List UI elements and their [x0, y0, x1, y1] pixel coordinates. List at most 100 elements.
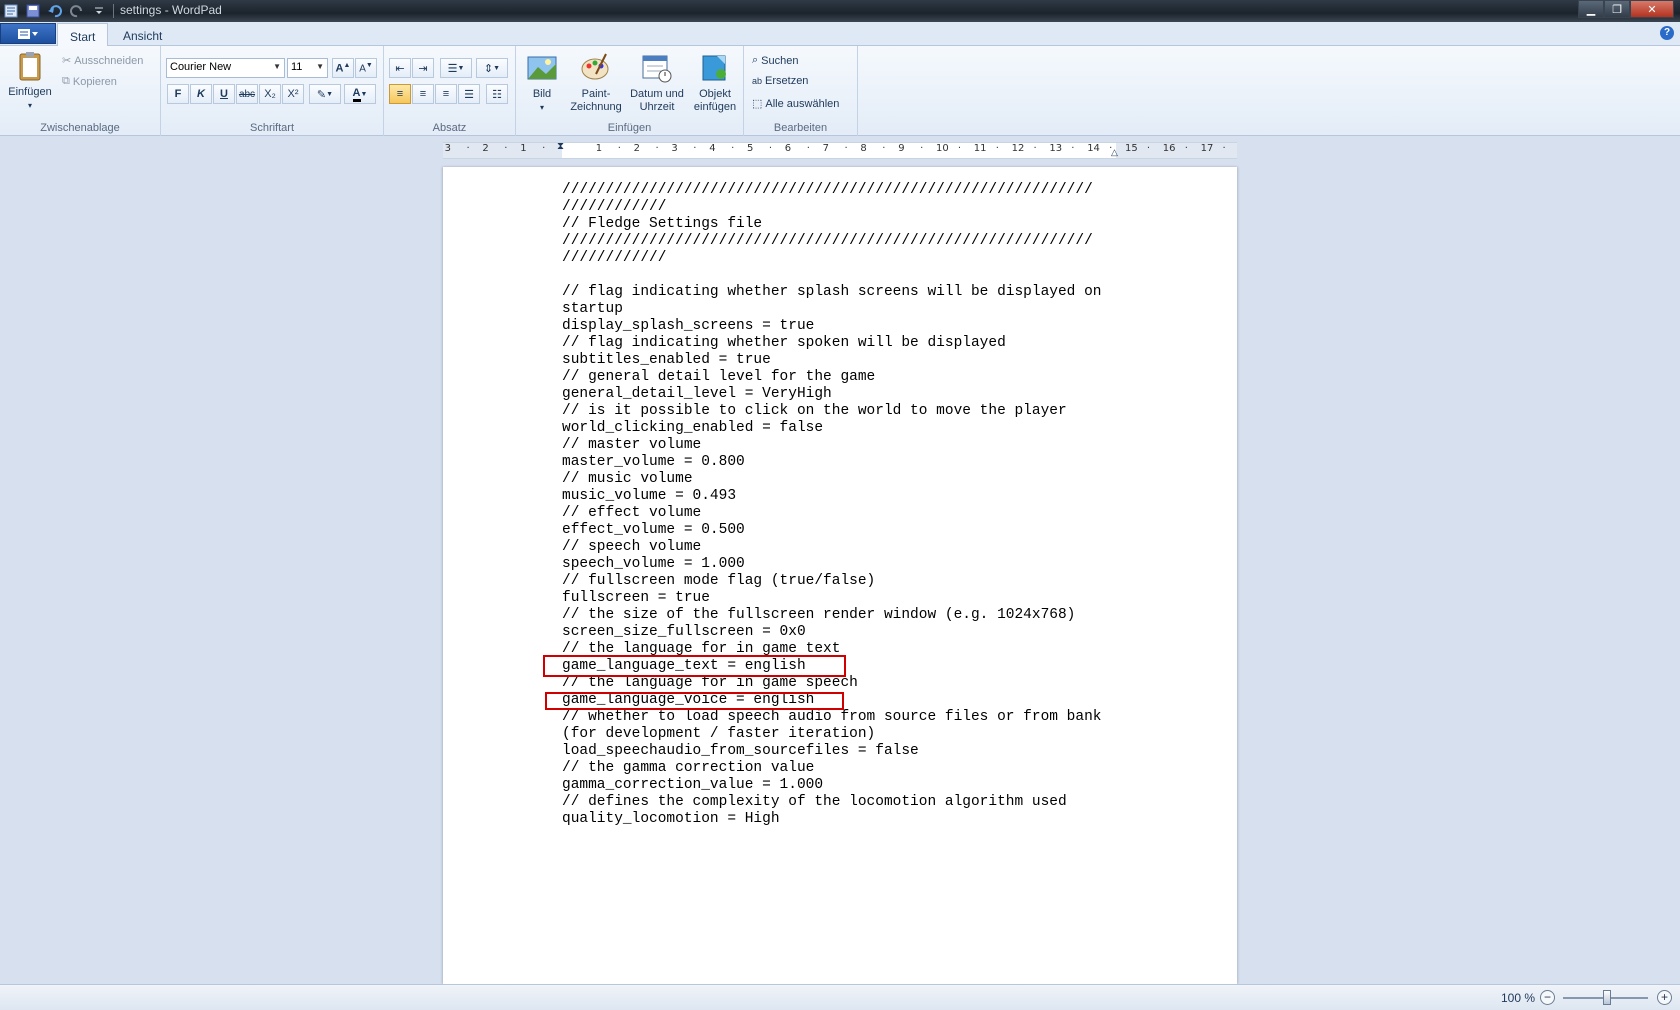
paragraph-button[interactable]: ☷	[486, 84, 508, 104]
align-center-button[interactable]: ≡	[412, 84, 434, 104]
subscript-label: X₂	[264, 88, 276, 100]
tab-start[interactable]: Start	[57, 23, 109, 46]
object-label: Objekt einfügen	[693, 88, 737, 113]
grow-font-button[interactable]: A▲	[332, 58, 354, 78]
chevron-down-icon: ▾	[539, 103, 544, 112]
subscript-button[interactable]: X₂	[259, 84, 281, 104]
align-right-button[interactable]: ≡	[435, 84, 457, 104]
ruler-tick-dot: ·	[844, 143, 848, 154]
insert-group-label: Einfügen	[607, 122, 652, 134]
align-left-button[interactable]: ≡	[389, 84, 411, 104]
align-center-icon: ≡	[419, 88, 427, 100]
minimize-button[interactable]: ▁	[1578, 0, 1604, 18]
minimize-icon: ▁	[1586, 3, 1596, 16]
ruler-tick-label: 5	[747, 143, 754, 154]
indent-marker-icon[interactable]: ⧗	[557, 141, 564, 152]
ruler-tick-dot: ·	[542, 143, 546, 154]
decrease-indent-button[interactable]: ⇤	[389, 58, 411, 78]
ruler-tick-dot: ·	[1222, 143, 1226, 154]
zoom-out-button[interactable]: −	[1540, 990, 1555, 1005]
italic-button[interactable]: K	[190, 84, 212, 104]
line-spacing-icon: ⇕	[483, 62, 494, 75]
object-icon	[702, 55, 726, 81]
insert-object-button[interactable]: Objekt einfügen	[688, 52, 742, 114]
shrink-font-button[interactable]: A▼	[355, 58, 377, 78]
paste-button[interactable]: Einfügen ▾	[6, 50, 54, 112]
font-color-button[interactable]: A ▼	[344, 84, 376, 104]
font-size-select[interactable]: 11 ▼	[287, 58, 328, 78]
copy-label: Kopieren	[72, 75, 117, 88]
cut-label: Ausschneiden	[74, 54, 144, 67]
paint-label: Paint- Zeichnung	[570, 88, 622, 113]
copy-icon: ⧉	[62, 75, 70, 87]
bold-button[interactable]: F	[167, 84, 189, 104]
strikethrough-button[interactable]: abc	[236, 84, 258, 104]
chevron-down-icon: ▼	[493, 64, 501, 72]
underline-button[interactable]: U	[213, 84, 235, 104]
tab-ansicht[interactable]: Ansicht	[111, 23, 174, 46]
zoom-slider-thumb[interactable]	[1603, 990, 1611, 1005]
restore-icon: ❐	[1612, 3, 1622, 16]
paragraph-group-label: Absatz	[432, 122, 467, 134]
paste-dropdown-icon: ▾	[27, 101, 32, 110]
find-button[interactable]: ⌕ Suchen	[752, 54, 798, 67]
ruler-tick-dot: ·	[1146, 143, 1151, 154]
ruler[interactable]: 3 · 2 · 1 · 1 · 2 · 3 · 4 · 5 · 6 · 7 · 8 · 9 · 10 · 11 · 12 · 13 · 14 · 1…	[443, 141, 1237, 159]
select-all-label: Alle auswählen	[765, 97, 840, 110]
font-family-select[interactable]: Courier New ▼	[166, 58, 285, 78]
italic-label: K	[197, 88, 205, 100]
help-icon[interactable]: ?	[1660, 26, 1674, 40]
datetime-button[interactable]: Datum und Uhrzeit	[624, 52, 690, 114]
redo-icon[interactable]	[68, 2, 86, 20]
picture-button[interactable]: Bild ▾	[522, 52, 562, 114]
document-text[interactable]: ////////////////////////////////////////…	[562, 182, 1102, 828]
right-indent-marker-icon[interactable]: △	[1111, 147, 1118, 158]
superscript-button[interactable]: X²	[282, 84, 304, 104]
underline-label: U	[220, 88, 228, 100]
highlight-color-button[interactable]: ✎ ▼	[309, 84, 341, 104]
cut-button[interactable]: ✂ Ausschneiden	[62, 54, 144, 68]
highlighter-icon: ✎	[316, 88, 327, 101]
ruler-tick-dot: ·	[1184, 143, 1188, 154]
close-button[interactable]: ✕	[1630, 0, 1674, 18]
line-spacing-button[interactable]: ⇕ ▼	[476, 58, 508, 78]
ruler-tick-label: 16	[1162, 143, 1176, 154]
calendar-clock-icon	[642, 55, 672, 83]
ruler-tick-dot: ·	[693, 143, 697, 154]
restore-button[interactable]: ❐	[1604, 0, 1630, 18]
group-font: Courier New ▼ 11 ▼ A▲ A▼ F K U abc X₂ X²…	[161, 46, 384, 136]
customize-qat-icon[interactable]	[90, 2, 108, 20]
highlight-box-language-text	[543, 655, 846, 677]
paint-drawing-button[interactable]: Paint- Zeichnung	[566, 52, 626, 114]
align-left-icon: ≡	[396, 88, 404, 100]
bold-label: F	[174, 88, 182, 100]
copy-button[interactable]: ⧉ Kopieren	[62, 75, 117, 88]
ruler-tick-label: 8	[860, 143, 867, 154]
find-label: Suchen	[761, 54, 799, 67]
bullets-button[interactable]: ☰ ▼	[440, 58, 472, 78]
undo-icon[interactable]	[46, 2, 64, 20]
select-all-button[interactable]: ⬚ Alle auswählen	[752, 97, 840, 111]
chevron-down-icon: ▼	[316, 62, 324, 71]
datetime-label: Datum und Uhrzeit	[630, 88, 684, 113]
superscript-label: X²	[287, 88, 299, 100]
indent-icon: ⇥	[418, 62, 428, 75]
quick-access-toolbar	[2, 2, 108, 20]
ruler-tick-dot: ·	[1071, 143, 1075, 154]
title-bar: settings - WordPad ▁ ❐ ✕	[0, 0, 1680, 22]
save-icon[interactable]	[24, 2, 42, 20]
ruler-tick-label: 10	[936, 143, 949, 154]
paste-label: Einfügen	[8, 86, 52, 98]
chevron-down-icon: ▼	[457, 64, 465, 72]
window-controls: ▁ ❐ ✕	[1578, 0, 1674, 18]
justify-button[interactable]: ☰	[458, 84, 480, 104]
ruler-tick-dot: ·	[882, 143, 886, 154]
application-menu-button[interactable]	[0, 23, 56, 44]
chevron-down-icon: ▼	[360, 90, 368, 98]
wordpad-app-icon[interactable]	[2, 2, 20, 20]
replace-button[interactable]: ab Ersetzen	[752, 75, 808, 87]
ruler-tick-dot: ·	[617, 143, 621, 154]
increase-indent-button[interactable]: ⇥	[412, 58, 434, 78]
paragraph-icon: ☷	[492, 88, 502, 101]
zoom-in-button[interactable]: +	[1657, 990, 1672, 1005]
